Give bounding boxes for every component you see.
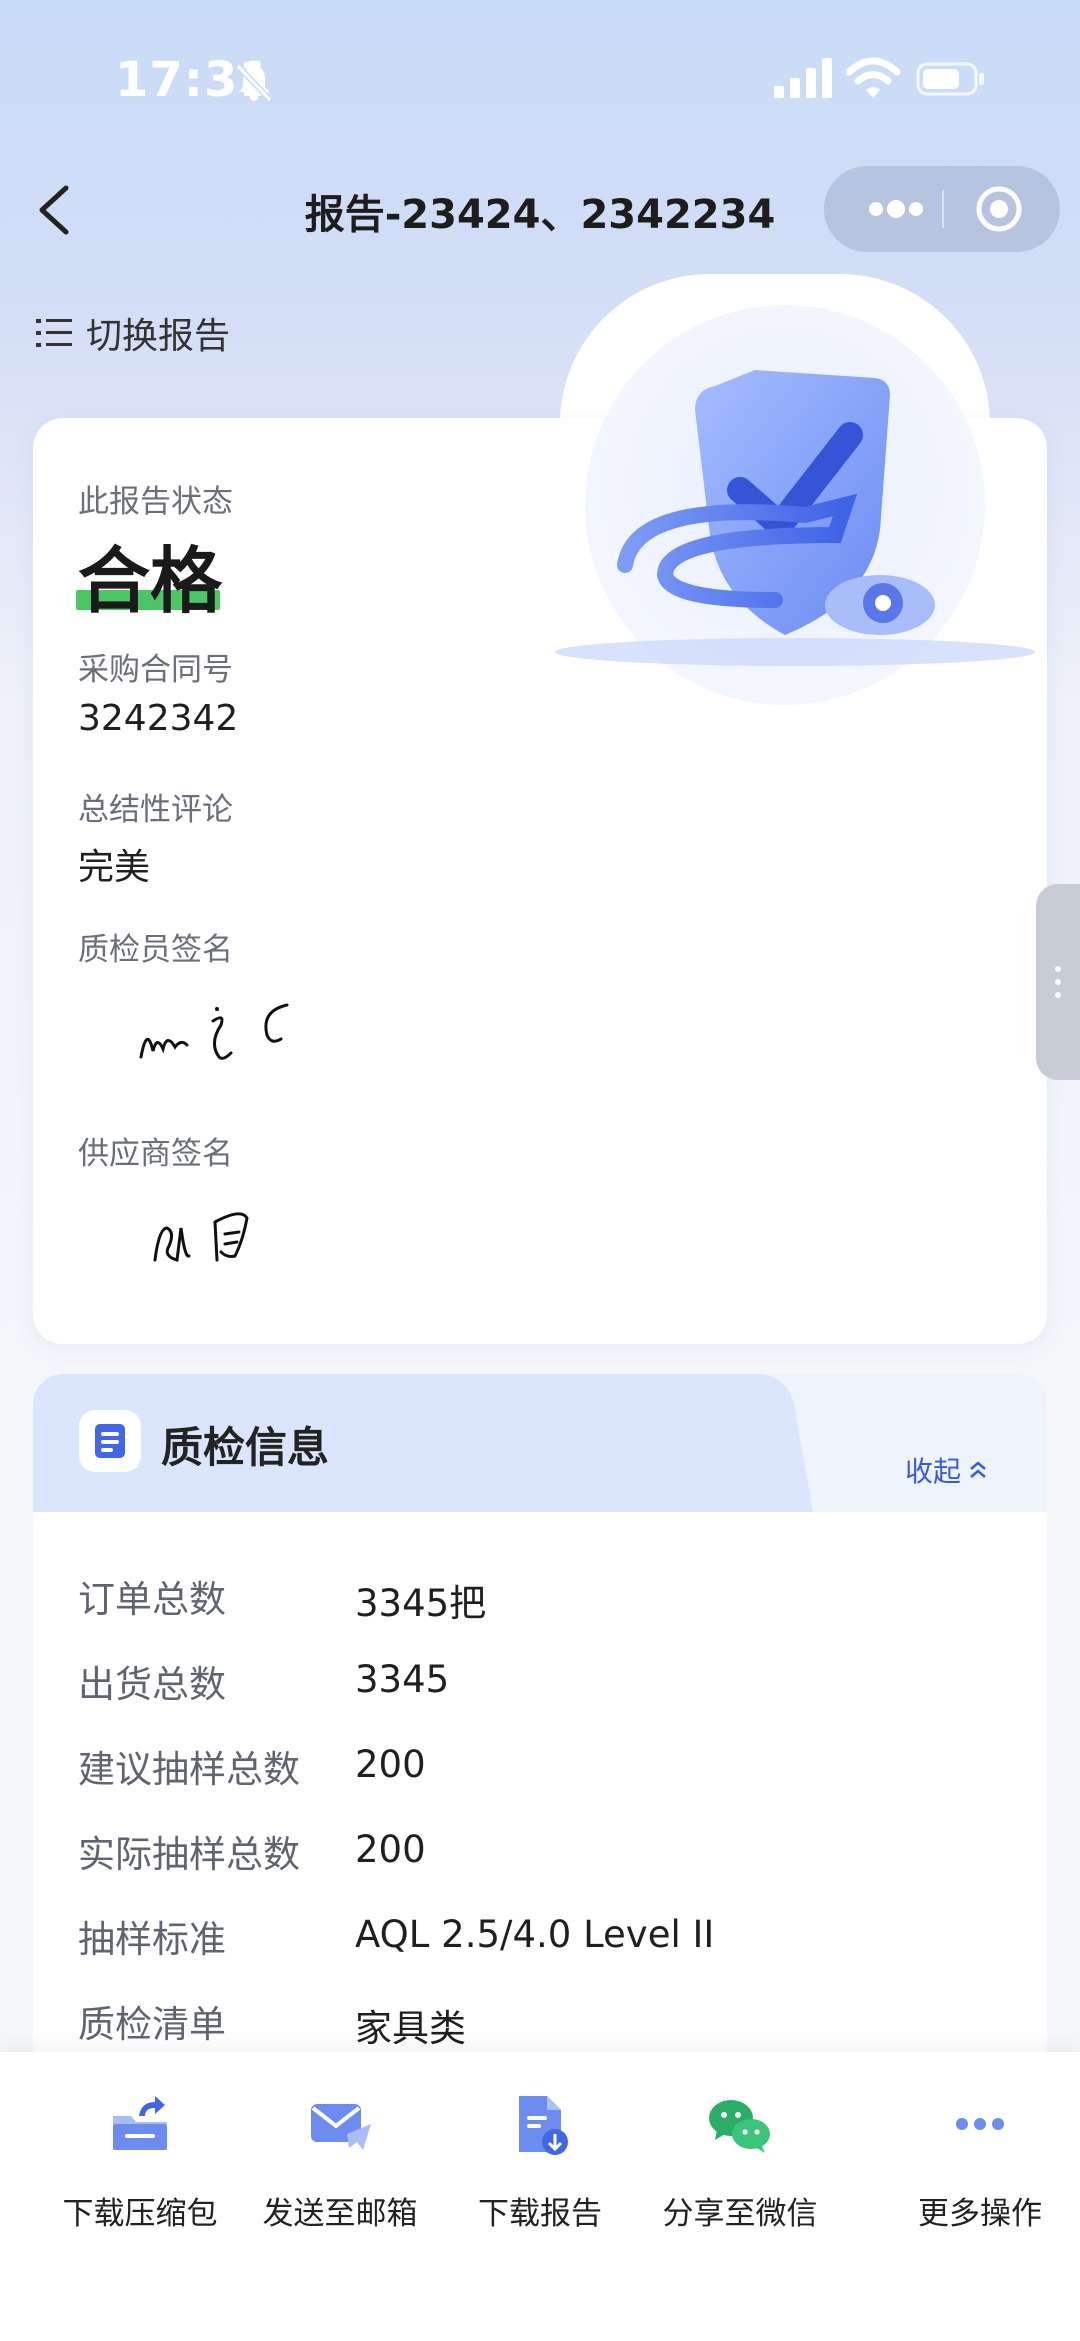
nav-bar: 报告-23424、2342234 bbox=[0, 160, 1080, 260]
wifi-icon bbox=[845, 57, 901, 98]
bottom-action-bar: 下载压缩包 发送至邮箱 下载报告 分享至微信 更多操作 bbox=[0, 2052, 1080, 2341]
chevron-double-up-icon bbox=[970, 1461, 986, 1478]
inspector-signature bbox=[139, 1003, 289, 1060]
close-miniprogram-icon[interactable] bbox=[974, 184, 1024, 234]
summary-label: 总结性评论 bbox=[78, 792, 233, 828]
mail-send-icon bbox=[311, 2104, 371, 2150]
qc-row-value: AQL 2.5/4.0 Level II bbox=[355, 1913, 715, 1956]
qc-header-tab bbox=[33, 1374, 763, 1512]
qc-row-value: 家具类 bbox=[355, 2007, 466, 2050]
floating-side-handle[interactable] bbox=[1036, 884, 1080, 1080]
qc-row-key: 抽样标准 bbox=[78, 1918, 226, 1961]
battery-icon bbox=[916, 62, 984, 96]
summary-value: 完美 bbox=[78, 847, 151, 888]
status-label: 此报告状态 bbox=[78, 484, 233, 520]
more-actions-label: 更多操作 bbox=[918, 2196, 1042, 2232]
download-report-label: 下载报告 bbox=[478, 2196, 602, 2232]
download-package-icon bbox=[113, 2096, 167, 2150]
qc-row-sampling-standard: 抽样标准 AQL 2.5/4.0 Level II bbox=[78, 1909, 1018, 1961]
list-icon bbox=[36, 319, 72, 347]
supplier-signature-label: 供应商签名 bbox=[78, 1136, 233, 1172]
page-title: 报告-23424、2342234 bbox=[304, 192, 776, 238]
download-report-icon bbox=[519, 2096, 568, 2155]
share-wechat-label: 分享至微信 bbox=[662, 2196, 818, 2232]
qc-row-value: 200 bbox=[355, 1828, 426, 1871]
qc-row-key: 建议抽样总数 bbox=[78, 1748, 300, 1791]
more-dots-icon bbox=[956, 2118, 1004, 2130]
signal-icon bbox=[774, 58, 832, 98]
more-actions-button[interactable]: 更多操作 bbox=[880, 2090, 1080, 2250]
back-arrow-icon[interactable] bbox=[30, 180, 86, 240]
shield-check-illustration bbox=[555, 305, 1035, 705]
qc-info-title: 质检信息 bbox=[161, 1423, 330, 1472]
send-email-button[interactable]: 发送至邮箱 bbox=[240, 2090, 440, 2250]
download-report-button[interactable]: 下载报告 bbox=[440, 2090, 640, 2250]
more-menu-icon[interactable] bbox=[862, 196, 942, 222]
collapse-label: 收起 bbox=[905, 1455, 962, 1488]
qc-row-order-total: 订单总数 3345把 bbox=[78, 1569, 1018, 1625]
qc-row-checklist: 质检清单 家具类 bbox=[78, 1994, 1018, 2050]
qc-row-key: 出货总数 bbox=[78, 1663, 226, 1706]
qc-row-key: 订单总数 bbox=[78, 1578, 226, 1621]
download-package-button[interactable]: 下载压缩包 bbox=[40, 2090, 240, 2250]
capsule-divider bbox=[942, 190, 944, 228]
qc-row-value: 3345 bbox=[355, 1658, 450, 1701]
qc-row-suggested-sample: 建议抽样总数 200 bbox=[78, 1739, 1018, 1791]
inspector-signature-label: 质检员签名 bbox=[78, 932, 233, 968]
qc-row-value: 3345把 bbox=[355, 1582, 487, 1625]
silent-bell-icon bbox=[235, 63, 273, 103]
wechat-icon bbox=[709, 2100, 770, 2153]
report-doc-icon bbox=[79, 1410, 141, 1472]
contract-value: 3242342 bbox=[78, 698, 239, 739]
supplier-signature bbox=[153, 1212, 249, 1262]
switch-report-button[interactable]: 切换报告 bbox=[36, 308, 230, 358]
qc-row-key: 质检清单 bbox=[78, 2003, 226, 2046]
qc-row-shipment-total: 出货总数 3345 bbox=[78, 1654, 1018, 1706]
miniprogram-capsule bbox=[824, 166, 1060, 252]
contract-label: 采购合同号 bbox=[78, 652, 233, 688]
qc-row-value: 200 bbox=[355, 1743, 426, 1786]
collapse-button[interactable]: 收起 bbox=[905, 1450, 989, 1490]
status-value: 合格 bbox=[78, 539, 223, 623]
share-wechat-button[interactable]: 分享至微信 bbox=[640, 2090, 840, 2250]
qc-row-actual-sample: 实际抽样总数 200 bbox=[78, 1824, 1018, 1876]
download-package-label: 下载压缩包 bbox=[62, 2196, 218, 2232]
qc-row-key: 实际抽样总数 bbox=[78, 1833, 300, 1876]
send-email-label: 发送至邮箱 bbox=[262, 2196, 418, 2232]
status-bar: 17:31 bbox=[0, 0, 1080, 160]
switch-report-label: 切换报告 bbox=[86, 316, 231, 357]
